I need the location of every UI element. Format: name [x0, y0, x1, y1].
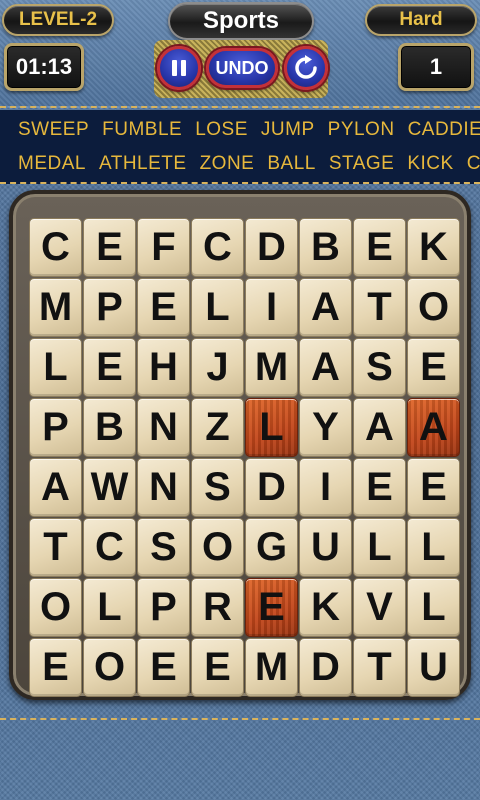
letter-tile[interactable]: E: [191, 638, 244, 697]
letter-tile[interactable]: L: [83, 578, 136, 637]
letter-tile[interactable]: E: [137, 278, 190, 337]
word-item: JUMP: [260, 119, 315, 140]
letter-tile[interactable]: P: [29, 398, 82, 457]
letter-tile[interactable]: S: [353, 338, 406, 397]
letter-tile[interactable]: V: [353, 578, 406, 637]
letter-tile[interactable]: F: [137, 218, 190, 277]
word-item: FUMBLE: [102, 119, 183, 140]
letter-tile[interactable]: A: [353, 398, 406, 457]
word-item: BALL: [267, 153, 316, 174]
word-item: STAGE: [328, 153, 395, 174]
letter-tile[interactable]: L: [29, 338, 82, 397]
letter-tile[interactable]: R: [191, 578, 244, 637]
pause-button[interactable]: [157, 46, 201, 90]
letter-tile[interactable]: I: [299, 458, 352, 517]
letter-tile[interactable]: M: [245, 338, 298, 397]
letter-tile[interactable]: G: [245, 518, 298, 577]
letter-tile[interactable]: L: [407, 518, 460, 577]
letter-tile[interactable]: A: [29, 458, 82, 517]
letter-tile[interactable]: O: [83, 638, 136, 697]
undo-button[interactable]: UNDO: [206, 48, 278, 88]
restart-button[interactable]: [284, 46, 328, 90]
word-item: ATHLETE: [98, 153, 187, 174]
category-title: Sports: [168, 2, 314, 40]
word-item: MEDAL: [18, 153, 86, 174]
letter-tile[interactable]: U: [299, 518, 352, 577]
letter-tile[interactable]: C: [29, 218, 82, 277]
letter-tile[interactable]: D: [245, 458, 298, 517]
letter-tile[interactable]: Y: [299, 398, 352, 457]
letter-tile[interactable]: L: [407, 578, 460, 637]
letter-tile[interactable]: K: [407, 218, 460, 277]
letter-tile[interactable]: Z: [191, 398, 244, 457]
letter-tile[interactable]: E: [407, 338, 460, 397]
letter-grid: CEFCDBEKMPELIATOLEHJMASEPBNZLYAAAWNSDIEE…: [29, 218, 460, 697]
letter-tile[interactable]: N: [137, 458, 190, 517]
letter-tile[interactable]: S: [137, 518, 190, 577]
letter-tile[interactable]: A: [299, 278, 352, 337]
letter-tile[interactable]: E: [83, 338, 136, 397]
letter-tile[interactable]: E: [353, 218, 406, 277]
word-list-row-2: MEDAL ATHLETE ZONE BALL STAGE KICK CO: [18, 153, 480, 175]
letter-tile[interactable]: U: [407, 638, 460, 697]
timer-display: 01:13: [4, 43, 84, 91]
letter-tile[interactable]: O: [29, 578, 82, 637]
word-item: KICK: [407, 153, 454, 174]
letter-tile[interactable]: E: [407, 458, 460, 517]
restart-icon: [295, 55, 317, 79]
word-list: SWEEP FUMBLE LOSE JUMP PYLON CADDIE MEDA…: [0, 110, 480, 184]
letter-board: CEFCDBEKMPELIATOLEHJMASEPBNZLYAAAWNSDIEE…: [9, 190, 471, 700]
word-item: CADDIE: [407, 119, 480, 140]
letter-tile[interactable]: K: [299, 578, 352, 637]
letter-tile[interactable]: M: [245, 638, 298, 697]
letter-tile-selected[interactable]: L: [245, 398, 298, 457]
difficulty-label: Hard: [365, 4, 477, 36]
letter-tile[interactable]: A: [299, 338, 352, 397]
letter-tile[interactable]: O: [191, 518, 244, 577]
letter-tile-selected[interactable]: E: [245, 578, 298, 637]
letter-tile[interactable]: E: [83, 218, 136, 277]
letter-tile[interactable]: E: [29, 638, 82, 697]
word-item: CO: [466, 153, 480, 174]
letter-tile[interactable]: B: [83, 398, 136, 457]
letter-tile[interactable]: O: [407, 278, 460, 337]
letter-tile[interactable]: L: [191, 278, 244, 337]
word-list-row-1: SWEEP FUMBLE LOSE JUMP PYLON CADDIE: [18, 119, 480, 141]
letter-tile[interactable]: W: [83, 458, 136, 517]
letter-tile[interactable]: N: [137, 398, 190, 457]
letter-tile[interactable]: I: [245, 278, 298, 337]
word-item: SWEEP: [18, 119, 90, 140]
letter-tile[interactable]: B: [299, 218, 352, 277]
letter-tile[interactable]: P: [137, 578, 190, 637]
letter-tile[interactable]: T: [29, 518, 82, 577]
pause-icon: [172, 60, 186, 76]
header-bar: LEVEL-2 Sports Hard 01:13 1 UNDO: [0, 0, 480, 108]
letter-tile[interactable]: T: [353, 278, 406, 337]
letter-tile[interactable]: S: [191, 458, 244, 517]
letter-tile[interactable]: D: [245, 218, 298, 277]
letter-tile-selected[interactable]: A: [407, 398, 460, 457]
letter-tile[interactable]: J: [191, 338, 244, 397]
letter-tile[interactable]: C: [191, 218, 244, 277]
word-item: PYLON: [327, 119, 395, 140]
bottom-stitching: [0, 718, 480, 800]
letter-tile[interactable]: D: [299, 638, 352, 697]
letter-tile[interactable]: H: [137, 338, 190, 397]
letter-tile[interactable]: E: [137, 638, 190, 697]
level-label: LEVEL-2: [2, 4, 114, 36]
letter-tile[interactable]: T: [353, 638, 406, 697]
word-item: LOSE: [195, 119, 248, 140]
letter-tile[interactable]: M: [29, 278, 82, 337]
letter-tile[interactable]: P: [83, 278, 136, 337]
word-item: ZONE: [199, 153, 255, 174]
letter-tile[interactable]: E: [353, 458, 406, 517]
score-display: 1: [398, 43, 474, 91]
letter-tile[interactable]: C: [83, 518, 136, 577]
letter-tile[interactable]: L: [353, 518, 406, 577]
